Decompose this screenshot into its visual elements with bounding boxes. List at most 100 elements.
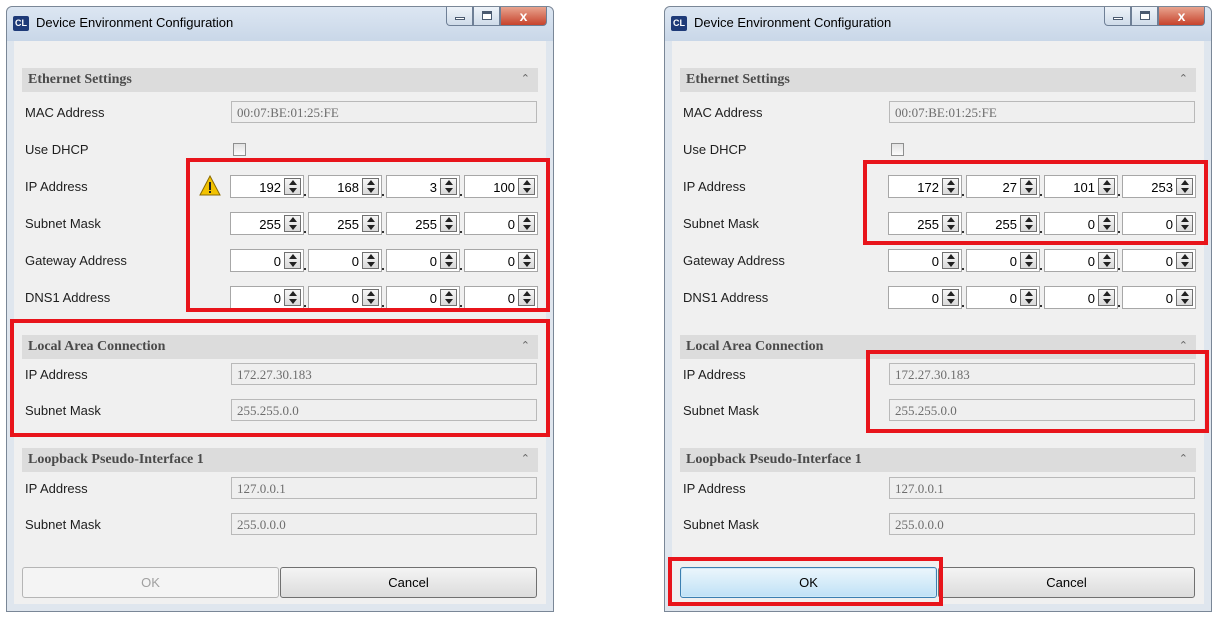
- spinner-arrows-icon[interactable]: [362, 289, 379, 306]
- close-button[interactable]: x: [1158, 7, 1205, 26]
- ip-octet-3[interactable]: 3: [386, 175, 462, 198]
- spinner-arrows-icon[interactable]: [942, 178, 959, 195]
- spinner-arrows-icon[interactable]: [518, 178, 535, 195]
- cancel-button[interactable]: Cancel: [938, 567, 1195, 598]
- title-bar[interactable]: CL Device Environment Configuration x: [7, 7, 553, 41]
- gateway-octet-4[interactable]: 0: [464, 249, 538, 272]
- spinner-arrows-icon[interactable]: [284, 289, 301, 306]
- subnet-octet-3[interactable]: 0: [1044, 212, 1120, 235]
- ip-octet-4[interactable]: 100: [464, 175, 538, 198]
- cancel-button[interactable]: Cancel: [280, 567, 537, 598]
- ethernet-settings-header[interactable]: Ethernet Settings ⌃: [22, 68, 538, 92]
- gateway-octet-1[interactable]: 0: [888, 249, 964, 272]
- spinner-arrows-icon[interactable]: [518, 252, 535, 269]
- chevron-up-icon[interactable]: ⌃: [1179, 339, 1188, 352]
- spinner-arrows-icon[interactable]: [440, 252, 457, 269]
- ip-octet-4[interactable]: 253: [1122, 175, 1196, 198]
- loopback-ip-address-label: IP Address: [25, 481, 88, 496]
- ok-button[interactable]: OK: [22, 567, 279, 598]
- spinner-arrows-icon[interactable]: [362, 215, 379, 232]
- gateway-octet-3[interactable]: 0: [1044, 249, 1120, 272]
- minimize-button[interactable]: [1104, 7, 1131, 26]
- ip-octet-2[interactable]: 168: [308, 175, 384, 198]
- minimize-button[interactable]: [446, 7, 473, 26]
- spinner-arrows-icon[interactable]: [1176, 178, 1193, 195]
- spinner-arrows-icon[interactable]: [362, 252, 379, 269]
- ok-button[interactable]: OK: [680, 567, 937, 598]
- loopback-subnet-mask-field: 255.0.0.0: [889, 513, 1195, 535]
- section-title: Ethernet Settings: [28, 72, 132, 87]
- local-subnet-mask-field: 255.255.0.0: [231, 399, 537, 421]
- spinner-arrows-icon[interactable]: [942, 215, 959, 232]
- spinner-arrows-icon[interactable]: [518, 289, 535, 306]
- gateway-octet-2[interactable]: 0: [966, 249, 1042, 272]
- local-area-connection-header[interactable]: Local Area Connection ⌃: [22, 335, 538, 359]
- spinner-arrows-icon[interactable]: [1098, 178, 1115, 195]
- title-bar[interactable]: CL Device Environment Configuration x: [665, 7, 1211, 41]
- maximize-button[interactable]: [473, 7, 500, 26]
- local-area-connection-header[interactable]: Local Area Connection ⌃: [680, 335, 1196, 359]
- spinner-arrows-icon[interactable]: [1176, 252, 1193, 269]
- use-dhcp-checkbox[interactable]: [233, 143, 246, 156]
- use-dhcp-checkbox[interactable]: [891, 143, 904, 156]
- close-button[interactable]: x: [500, 7, 547, 26]
- ip-octet-1[interactable]: 192: [230, 175, 306, 198]
- spinner-arrows-icon[interactable]: [440, 215, 457, 232]
- gateway-octet-3[interactable]: 0: [386, 249, 462, 272]
- dns-octet-4[interactable]: 0: [1122, 286, 1196, 309]
- gateway-octet-2[interactable]: 0: [308, 249, 384, 272]
- spinner-arrows-icon[interactable]: [284, 215, 301, 232]
- dns-octet-4[interactable]: 0: [464, 286, 538, 309]
- chevron-up-icon[interactable]: ⌃: [521, 452, 530, 465]
- subnet-octet-2[interactable]: 255: [308, 212, 384, 235]
- ip-octet-2[interactable]: 27: [966, 175, 1042, 198]
- octet-value: 253: [1151, 180, 1173, 195]
- ip-octet-3[interactable]: 101: [1044, 175, 1120, 198]
- subnet-octet-1[interactable]: 255: [230, 212, 306, 235]
- loopback-header[interactable]: Loopback Pseudo-Interface 1 ⌃: [680, 448, 1196, 472]
- spinner-arrows-icon[interactable]: [942, 252, 959, 269]
- chevron-up-icon[interactable]: ⌃: [521, 339, 530, 352]
- subnet-octet-1[interactable]: 255: [888, 212, 964, 235]
- loopback-header[interactable]: Loopback Pseudo-Interface 1 ⌃: [22, 448, 538, 472]
- spinner-arrows-icon[interactable]: [1020, 289, 1037, 306]
- use-dhcp-label: Use DHCP: [25, 142, 89, 157]
- spinner-arrows-icon[interactable]: [1098, 252, 1115, 269]
- dns-octet-1[interactable]: 0: [230, 286, 306, 309]
- ethernet-settings-header[interactable]: Ethernet Settings ⌃: [680, 68, 1196, 92]
- chevron-up-icon[interactable]: ⌃: [1179, 452, 1188, 465]
- chevron-up-icon[interactable]: ⌃: [521, 72, 530, 85]
- gateway-octet-1[interactable]: 0: [230, 249, 306, 272]
- spinner-arrows-icon[interactable]: [1020, 252, 1037, 269]
- maximize-button[interactable]: [1131, 7, 1158, 26]
- spinner-arrows-icon[interactable]: [1176, 215, 1193, 232]
- dot-separator: [382, 268, 384, 270]
- spinner-arrows-icon[interactable]: [440, 289, 457, 306]
- spinner-arrows-icon[interactable]: [942, 289, 959, 306]
- dot-separator: [460, 194, 462, 196]
- spinner-arrows-icon[interactable]: [440, 178, 457, 195]
- spinner-arrows-icon[interactable]: [1098, 215, 1115, 232]
- dns-octet-3[interactable]: 0: [1044, 286, 1120, 309]
- ip-octet-1[interactable]: 172: [888, 175, 964, 198]
- dns-octet-3[interactable]: 0: [386, 286, 462, 309]
- dns-octet-2[interactable]: 0: [308, 286, 384, 309]
- chevron-up-icon[interactable]: ⌃: [1179, 72, 1188, 85]
- spinner-arrows-icon[interactable]: [1098, 289, 1115, 306]
- subnet-octet-3[interactable]: 255: [386, 212, 462, 235]
- dot-separator: [304, 268, 306, 270]
- spinner-arrows-icon[interactable]: [1176, 289, 1193, 306]
- spinner-arrows-icon[interactable]: [518, 215, 535, 232]
- spinner-arrows-icon[interactable]: [362, 178, 379, 195]
- spinner-arrows-icon[interactable]: [284, 178, 301, 195]
- dns-octet-1[interactable]: 0: [888, 286, 964, 309]
- octet-value: 255: [917, 217, 939, 232]
- spinner-arrows-icon[interactable]: [1020, 215, 1037, 232]
- spinner-arrows-icon[interactable]: [284, 252, 301, 269]
- spinner-arrows-icon[interactable]: [1020, 178, 1037, 195]
- dns-octet-2[interactable]: 0: [966, 286, 1042, 309]
- subnet-octet-2[interactable]: 255: [966, 212, 1042, 235]
- subnet-octet-4[interactable]: 0: [1122, 212, 1196, 235]
- subnet-octet-4[interactable]: 0: [464, 212, 538, 235]
- gateway-octet-4[interactable]: 0: [1122, 249, 1196, 272]
